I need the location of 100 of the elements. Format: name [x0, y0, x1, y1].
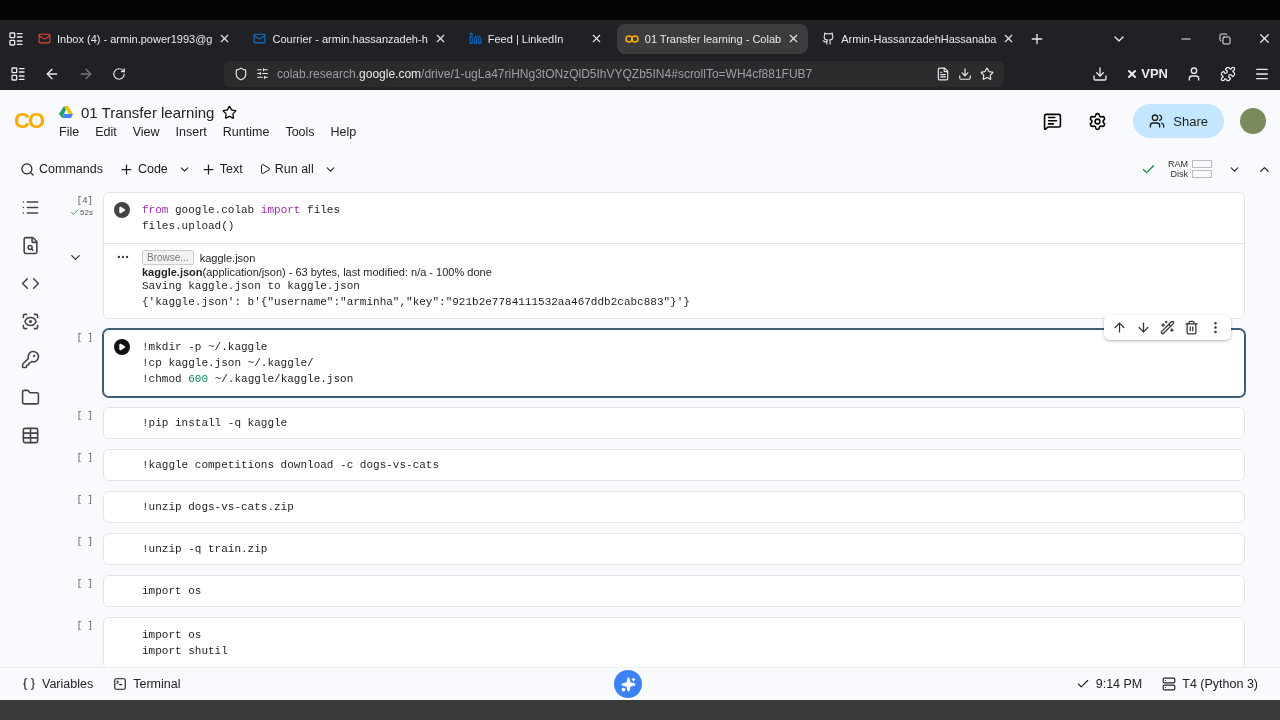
- code-cell[interactable]: import os: [103, 575, 1245, 607]
- code-line: import os: [142, 628, 203, 643]
- settings-icon[interactable]: [1088, 111, 1108, 131]
- terminal-icon: [113, 677, 128, 691]
- extensions-icon[interactable]: [1220, 65, 1236, 82]
- runtime-button[interactable]: T4 (Python 3): [1162, 677, 1258, 691]
- code-cell[interactable]: !mkdir -p ~/.kaggle !cp kaggle.json ~/.kaggle/ !chmod 600 ~/.kaggle/kaggle.json: [103, 329, 1245, 397]
- eye-icon[interactable]: [20, 312, 40, 331]
- people-icon: [1149, 113, 1166, 129]
- menu-item[interactable]: Help: [330, 124, 357, 139]
- colab-icon: [624, 34, 639, 43]
- disk-label: Disk: [1170, 169, 1188, 179]
- browser-tab[interactable]: Armin-HassanzadehHassanaba: [814, 23, 1024, 54]
- code-line: import shutil: [142, 644, 228, 659]
- code-line: !unzip dogs-vs-cats.zip: [142, 500, 294, 515]
- play-icon: [258, 163, 271, 175]
- run-button[interactable]: [114, 339, 130, 355]
- drive-icon: [59, 106, 73, 118]
- runtime-status[interactable]: 9:14 PM: [1075, 677, 1143, 691]
- shield-icon: [234, 66, 248, 81]
- site-settings-icon[interactable]: [256, 67, 269, 80]
- run-all-button[interactable]: Run all: [252, 158, 320, 180]
- install-icon[interactable]: [958, 66, 972, 81]
- check-icon: [70, 208, 80, 217]
- search-icon: [20, 161, 35, 177]
- terminal-button[interactable]: Terminal: [113, 677, 181, 691]
- code-cell[interactable]: !kaggle competitions download -c dogs-vs-cats: [103, 449, 1245, 481]
- x-icon: [1126, 67, 1139, 80]
- execution-count: [ ]: [76, 621, 93, 631]
- tab-list-icon[interactable]: [8, 30, 24, 47]
- play-icon: [118, 343, 126, 351]
- execution-count: [ ]: [76, 579, 93, 589]
- avatar[interactable]: [1240, 108, 1266, 134]
- menu-item[interactable]: Tools: [285, 124, 315, 139]
- browse-button[interactable]: Browse...: [142, 250, 194, 265]
- url-text: colab.research.google.com/drive/1-ugLa47riHNg3tONzQlD5IhVYQZb5IN4#scrollTo=WH4cf881FUB7: [277, 66, 814, 81]
- sidebar-icon[interactable]: [10, 65, 26, 82]
- menu-item[interactable]: Runtime: [222, 124, 270, 139]
- share-button[interactable]: Share: [1133, 104, 1224, 138]
- code-line: !cp kaggle.json ~/.kaggle/: [142, 356, 315, 371]
- code-line: from google.colab import files: [142, 203, 341, 218]
- table-icon[interactable]: [20, 426, 40, 445]
- notebook-title[interactable]: 01 Transfer learning: [81, 103, 215, 121]
- tab-title: Inbox (4) - armin.power1993@g: [57, 32, 213, 45]
- tab-title: Armin-HassanzadehHassanaba: [841, 32, 997, 45]
- output-line: {'kaggle.json': b'{"username":"arminha","key":"921b2e7784111532aa467ddb2cabc883"}'}: [142, 295, 690, 310]
- check-icon: [1075, 677, 1090, 691]
- disk-bar: [1192, 170, 1212, 178]
- mail-icon: [38, 32, 51, 45]
- menu-item[interactable]: File: [59, 124, 80, 139]
- edit-icon[interactable]: [1160, 320, 1175, 335]
- vpn-button[interactable]: VPN: [1126, 66, 1168, 81]
- github-icon: [822, 32, 836, 45]
- reader-icon[interactable]: [936, 66, 950, 81]
- download-icon[interactable]: [1092, 65, 1109, 82]
- table-of-contents-icon[interactable]: [20, 198, 40, 217]
- resource-meter[interactable]: RAM Disk: [1168, 159, 1212, 179]
- tab-title: Courrier - armin.hassanzadeh-h: [272, 32, 428, 45]
- tab-title: 01 Transfer learning - Colab: [644, 32, 782, 45]
- code-cell[interactable]: import os import shutil: [103, 617, 1245, 667]
- run-button[interactable]: [114, 202, 130, 218]
- execution-count: [ ]: [76, 495, 93, 505]
- menu-item[interactable]: View: [132, 124, 160, 139]
- browser-tab[interactable]: Inbox (4) - armin.power1993@g: [30, 23, 240, 54]
- restore-icon[interactable]: [1219, 32, 1231, 45]
- menu-item[interactable]: Insert: [175, 124, 207, 139]
- move-down-icon[interactable]: [1136, 320, 1151, 335]
- move-up-icon[interactable]: [1112, 320, 1127, 335]
- browser-tab[interactable]: Feed | LinkedIn: [460, 23, 611, 54]
- code-line: !chmod 600 ~/.kaggle/kaggle.json: [142, 372, 354, 387]
- braces-icon: [22, 677, 36, 691]
- star-icon[interactable]: [222, 104, 238, 120]
- comments-icon[interactable]: [1043, 111, 1063, 131]
- commands-button[interactable]: Commands: [14, 157, 109, 181]
- address-bar[interactable]: colab.research.google.com/drive/1-ugLa47riHNg3tONzQlD5IhVYQZb5IN4#scrollTo=WH4cf881FUB7: [224, 60, 1004, 87]
- upload-status: kaggle.json(application/json) - 63 bytes, last modified: n/a - 100% done: [142, 266, 493, 278]
- code-cell[interactable]: !unzip dogs-vs-cats.zip: [103, 491, 1245, 523]
- code-cell[interactable]: !pip install -q kaggle: [103, 407, 1245, 439]
- server-icon: [1162, 677, 1177, 691]
- ram-label: RAM: [1168, 159, 1188, 169]
- ram-bar: [1192, 160, 1212, 168]
- delete-icon[interactable]: [1184, 320, 1199, 335]
- close-icon[interactable]: [1257, 31, 1272, 46]
- code-line: files.upload(): [142, 219, 236, 234]
- gemini-button[interactable]: [614, 670, 643, 698]
- code-cell[interactable]: !unzip -q train.zip: [103, 533, 1245, 565]
- folder-icon[interactable]: [20, 388, 40, 407]
- find-icon[interactable]: [20, 236, 40, 255]
- browser-tab[interactable]: Courrier - armin.hassanzadeh-h: [245, 23, 455, 54]
- browser-tab[interactable]: 01 Transfer learning - Colab: [616, 23, 809, 54]
- tab-title: Feed | LinkedIn: [487, 32, 565, 45]
- code-line: import os: [142, 584, 202, 599]
- menu-item[interactable]: Edit: [95, 124, 117, 139]
- profile-icon[interactable]: [1186, 65, 1202, 82]
- add-text-button[interactable]: Text: [194, 157, 249, 181]
- variables-button[interactable]: Variables: [22, 677, 94, 691]
- add-code-button[interactable]: Code: [112, 157, 174, 181]
- code-line: !kaggle competitions download -c dogs-vs-cats: [142, 458, 440, 473]
- key-icon[interactable]: [20, 350, 40, 369]
- reload-icon[interactable]: [112, 66, 126, 81]
